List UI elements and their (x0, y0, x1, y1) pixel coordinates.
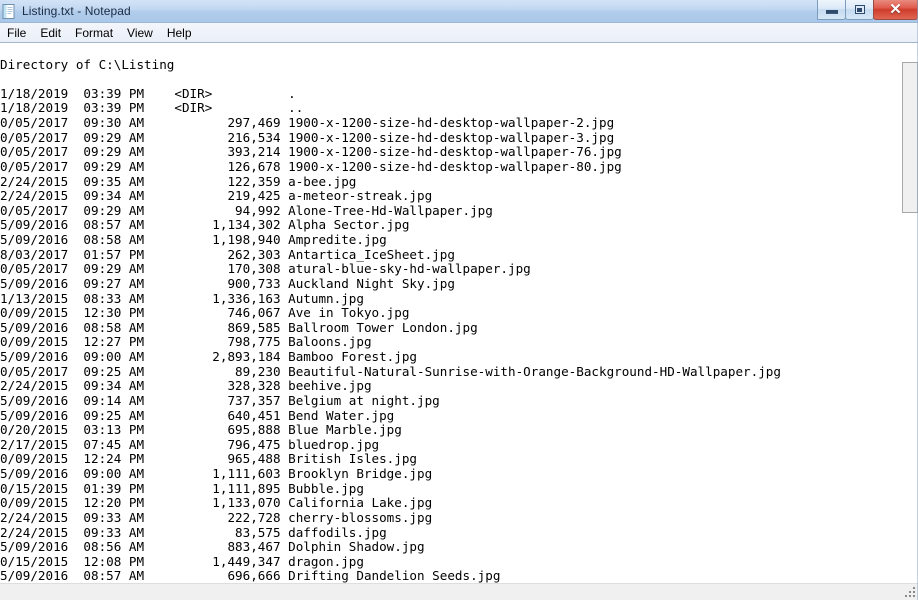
vertical-scrollbar-track[interactable] (902, 44, 918, 583)
menu-item-format[interactable]: Format (68, 24, 120, 42)
vertical-scrollbar-thumb[interactable] (902, 62, 918, 213)
title-bar[interactable]: Listing.txt - Notepad ✕ (0, 0, 918, 23)
vertical-scrollbar[interactable] (901, 44, 918, 583)
minimize-button[interactable] (817, 0, 846, 20)
restore-icon (854, 5, 865, 14)
window-controls: ✕ (817, 0, 918, 21)
title-bar-content: Listing.txt - Notepad (0, 0, 131, 23)
close-icon: ✕ (889, 0, 902, 18)
document-text[interactable]: Directory of C:\Listing 1/18/2019 03:39 … (0, 57, 781, 600)
menu-item-edit[interactable]: Edit (33, 24, 68, 42)
restore-button[interactable] (845, 0, 874, 20)
menu-item-file[interactable]: File (0, 24, 33, 42)
menu-item-view[interactable]: View (120, 24, 160, 42)
window-title: Listing.txt - Notepad (22, 4, 131, 18)
horizontal-scrollbar[interactable] (0, 583, 918, 600)
resize-grip[interactable] (903, 585, 917, 599)
text-editor-area[interactable]: Directory of C:\Listing 1/18/2019 03:39 … (0, 44, 918, 600)
menu-item-help[interactable]: Help (160, 24, 199, 42)
notepad-document-icon (1, 4, 16, 19)
menu-bar: File Edit Format View Help (0, 23, 918, 43)
minimize-icon (825, 10, 838, 14)
notepad-window: Listing.txt - Notepad ✕ File Edit Format… (0, 0, 918, 600)
close-button[interactable]: ✕ (873, 0, 918, 20)
